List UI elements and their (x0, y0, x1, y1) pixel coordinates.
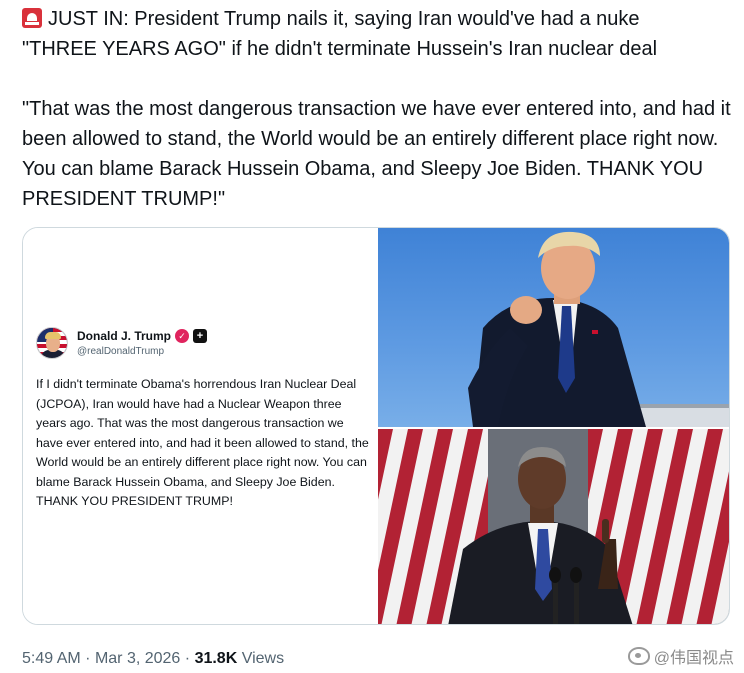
views-count: 31.8K (194, 650, 238, 667)
meta-separator-2: · (184, 650, 191, 667)
display-name: Donald J. Trump (77, 329, 172, 343)
tweet-line-2: "THREE YEARS AGO" if he didn't terminate… (22, 38, 658, 60)
tweet-meta: 5:49 AM · Mar 3, 2026 · 31.8K Views (22, 649, 284, 669)
verified-badge-icon: ✓ (175, 329, 190, 343)
meta-separator: · (85, 650, 91, 667)
tweet-date[interactable]: Mar 3, 2026 (95, 650, 180, 667)
views-label: Views (241, 650, 285, 667)
weibo-watermark: @伟国视点 (627, 644, 734, 668)
tweet-quote: "That was the most dangerous transaction… (22, 98, 731, 210)
media-grid[interactable]: Donald J. Trump ✓ + @realDonaldTrump If … (22, 227, 730, 625)
obama-photo[interactable] (378, 429, 729, 624)
truth-post-header: Donald J. Trump ✓ + @realDonaldTrump (36, 327, 208, 359)
police-siren-icon (22, 8, 42, 28)
avatar (36, 327, 68, 359)
tweet-line-1: JUST IN: President Trump nails it, sayin… (22, 4, 734, 34)
trump-photo[interactable] (378, 228, 729, 427)
tweet-headline-1: JUST IN: President Trump nails it, sayin… (48, 8, 640, 30)
tweet-text: JUST IN: President Trump nails it, sayin… (22, 4, 734, 214)
plus-badge-icon: + (193, 329, 208, 343)
user-handle: @realDonaldTrump (77, 346, 165, 357)
truth-social-screenshot[interactable]: Donald J. Trump ✓ + @realDonaldTrump If … (23, 228, 378, 624)
truth-post-body: If I didn't terminate Obama's horrendous… (36, 377, 369, 508)
watermark-text: @伟国视点 (653, 650, 734, 667)
tweet-time[interactable]: 5:49 AM (22, 650, 81, 667)
weibo-icon (627, 647, 650, 665)
